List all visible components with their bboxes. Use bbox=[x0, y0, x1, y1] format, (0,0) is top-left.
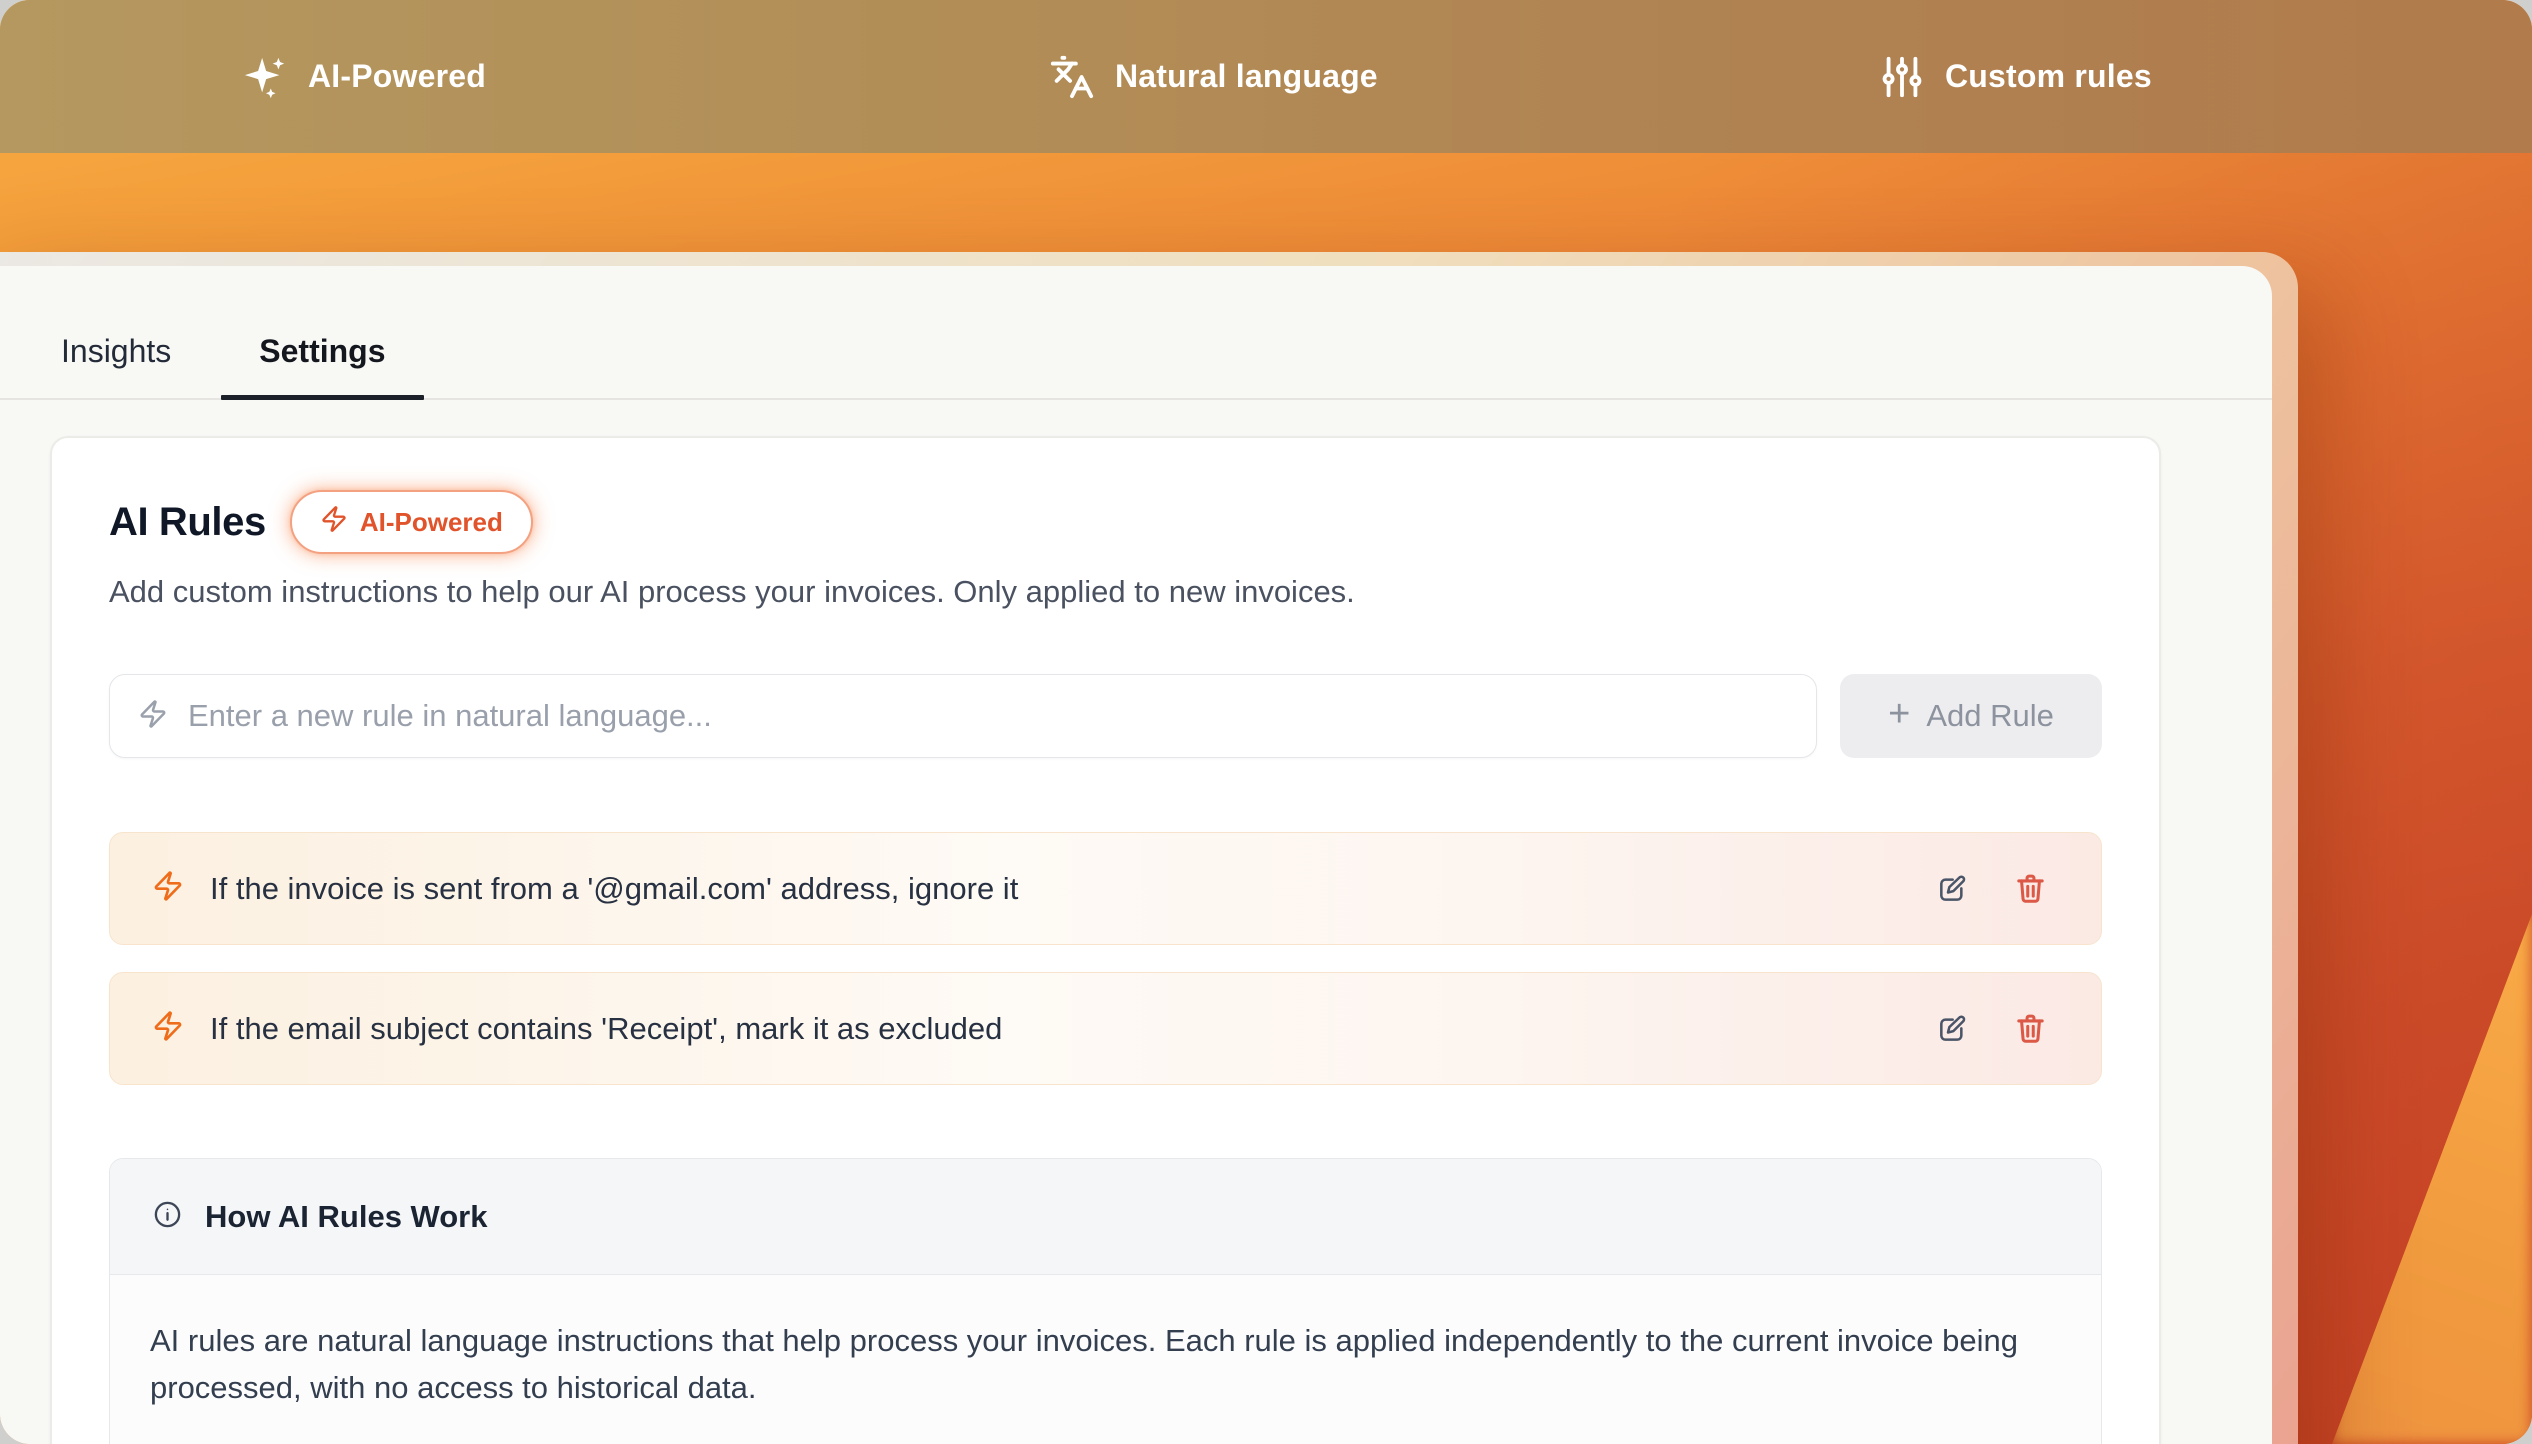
translate-icon bbox=[1049, 54, 1095, 100]
sparkles-icon bbox=[242, 54, 288, 100]
panel-header: AI Rules AI-Powered bbox=[109, 490, 2102, 554]
tab-insights[interactable]: Insights bbox=[23, 333, 209, 398]
bolt-icon bbox=[138, 699, 168, 734]
edit-icon bbox=[1936, 1013, 1968, 1045]
feature-banner: AI-Powered Natural language Custom rules bbox=[0, 0, 2532, 153]
settings-content: AI Rules AI-Powered Add custom instructi… bbox=[0, 400, 2272, 1444]
screenshot-frame: AI-Powered Natural language Custom rules bbox=[0, 0, 2532, 1444]
feature-ai-powered: AI-Powered bbox=[242, 0, 486, 153]
info-box-body: AI rules are natural language instructio… bbox=[110, 1275, 2101, 1444]
feature-custom-rules: Custom rules bbox=[1879, 0, 2152, 153]
rule-text: If the email subject contains 'Receipt',… bbox=[210, 1011, 1936, 1047]
tab-settings[interactable]: Settings bbox=[221, 333, 423, 398]
badge-label: AI-Powered bbox=[360, 507, 503, 538]
new-rule-row: + Add Rule bbox=[109, 674, 2102, 758]
panel-description: Add custom instructions to help our AI p… bbox=[109, 574, 2102, 610]
info-box-title: How AI Rules Work bbox=[205, 1199, 487, 1235]
bolt-icon bbox=[152, 870, 184, 907]
info-icon bbox=[152, 1199, 183, 1235]
delete-rule-button[interactable] bbox=[2014, 1012, 2047, 1045]
edit-rule-button[interactable] bbox=[1936, 1013, 1968, 1045]
feature-label: Custom rules bbox=[1945, 58, 2152, 95]
bolt-icon bbox=[152, 1010, 184, 1047]
rule-row: If the invoice is sent from a '@gmail.co… bbox=[109, 832, 2102, 945]
rule-text: If the invoice is sent from a '@gmail.co… bbox=[210, 871, 1936, 907]
rule-actions bbox=[1936, 1012, 2047, 1045]
info-box-text: AI rules are natural language instructio… bbox=[150, 1317, 2055, 1411]
new-rule-field-wrap bbox=[109, 674, 1817, 758]
new-rule-input[interactable] bbox=[188, 698, 1788, 734]
edit-rule-button[interactable] bbox=[1936, 873, 1968, 905]
sliders-icon bbox=[1879, 54, 1925, 100]
feature-label: Natural language bbox=[1115, 58, 1378, 95]
add-rule-label: Add Rule bbox=[1926, 698, 2054, 734]
app-window-frame: Insights Settings AI Rules AI-Powe bbox=[0, 252, 2298, 1444]
ai-powered-badge: AI-Powered bbox=[290, 490, 533, 554]
ai-rules-panel: AI Rules AI-Powered Add custom instructi… bbox=[50, 436, 2161, 1444]
add-rule-button[interactable]: + Add Rule bbox=[1840, 674, 2102, 758]
edit-icon bbox=[1936, 873, 1968, 905]
feature-natural-language: Natural language bbox=[1049, 0, 1378, 153]
delete-rule-button[interactable] bbox=[2014, 872, 2047, 905]
feature-label: AI-Powered bbox=[308, 58, 486, 95]
app-window: Insights Settings AI Rules AI-Powe bbox=[0, 266, 2272, 1444]
trash-icon bbox=[2014, 872, 2047, 905]
panel-title: AI Rules bbox=[109, 500, 266, 545]
rule-actions bbox=[1936, 872, 2047, 905]
rule-row: If the email subject contains 'Receipt',… bbox=[109, 972, 2102, 1085]
tab-bar: Insights Settings bbox=[0, 266, 2272, 400]
plus-icon: + bbox=[1888, 695, 1910, 733]
how-ai-rules-work-box: How AI Rules Work AI rules are natural l… bbox=[109, 1158, 2102, 1444]
bolt-icon bbox=[320, 505, 348, 540]
rules-list: If the invoice is sent from a '@gmail.co… bbox=[109, 832, 2102, 1085]
info-box-header: How AI Rules Work bbox=[110, 1159, 2101, 1275]
trash-icon bbox=[2014, 1012, 2047, 1045]
